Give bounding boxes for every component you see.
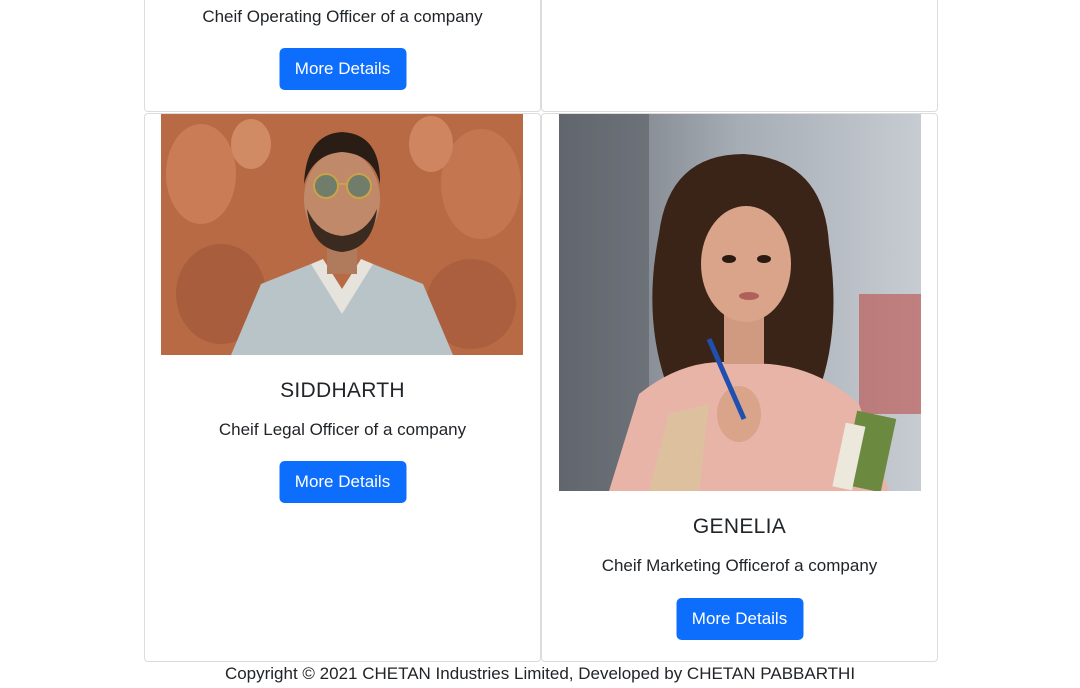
more-details-button[interactable]: More Details <box>676 598 803 640</box>
more-details-button[interactable]: More Details <box>279 48 406 90</box>
photo-genelia <box>559 114 921 491</box>
profile-photo <box>559 114 921 491</box>
footer-copyright: Copyright © 2021 CHETAN Industries Limit… <box>224 664 856 683</box>
card-role: Cheif Marketing Officerof a company <box>601 556 878 575</box>
page: Cheif Operating Officer of a company Mor… <box>0 0 1080 688</box>
team-card-siddharth: SIDDHARTH Cheif Legal Officer of a compa… <box>144 113 541 662</box>
team-card-empty <box>541 0 938 112</box>
team-card-genelia: GENELIA Cheif Marketing Officerof a comp… <box>541 113 938 662</box>
card-role: Cheif Legal Officer of a company <box>218 420 467 439</box>
card-role: Cheif Operating Officer of a company <box>202 7 483 26</box>
team-card-coo: Cheif Operating Officer of a company Mor… <box>144 0 541 112</box>
more-details-button[interactable]: More Details <box>279 461 406 503</box>
card-name: SIDDHARTH <box>280 379 405 402</box>
card-name: GENELIA <box>692 515 787 538</box>
profile-photo <box>161 114 523 355</box>
photo-siddharth <box>161 114 523 355</box>
